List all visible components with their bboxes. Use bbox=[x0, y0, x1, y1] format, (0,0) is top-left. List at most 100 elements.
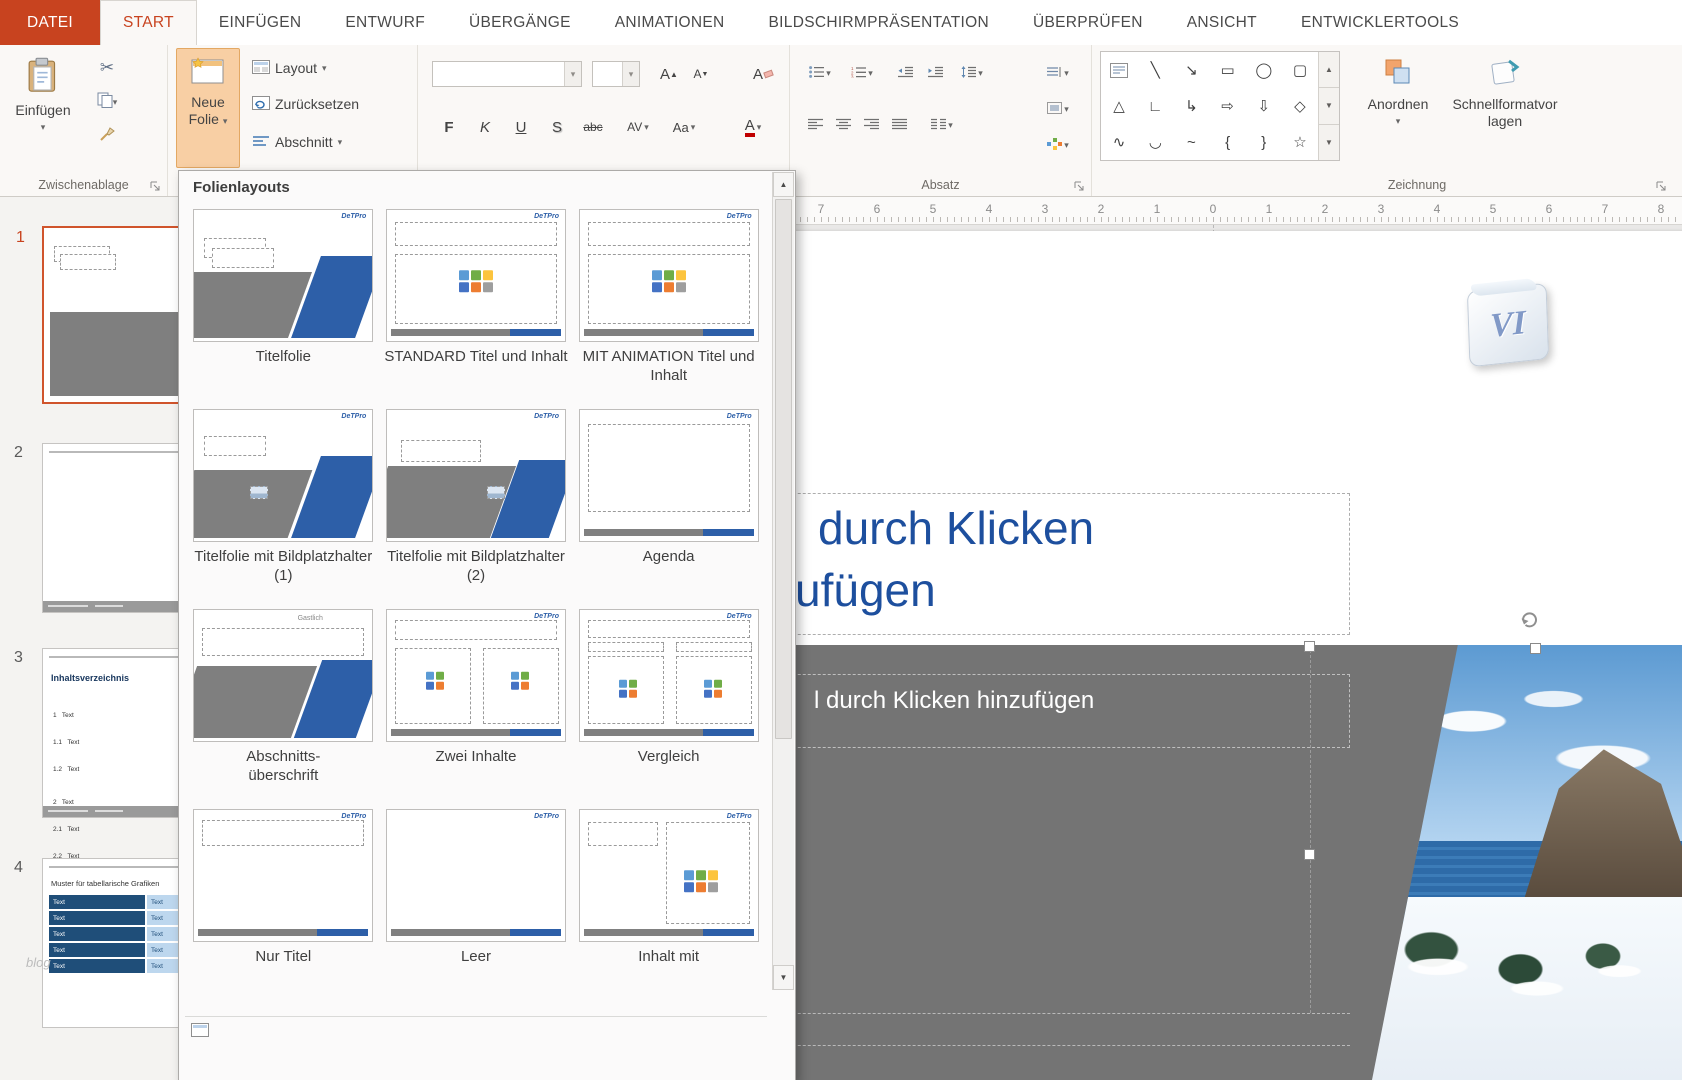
line-shape-icon[interactable]: ╲ bbox=[1137, 52, 1173, 88]
subtitle-placeholder-text[interactable]: l durch Klicken hinzufügen bbox=[814, 687, 1094, 715]
clear-formatting-button[interactable]: A bbox=[748, 60, 778, 88]
vi-logo-cube[interactable]: VI bbox=[1467, 283, 1549, 368]
decrease-indent-button[interactable] bbox=[890, 59, 920, 87]
textbox-shape-icon[interactable] bbox=[1101, 52, 1137, 88]
character-spacing-button[interactable]: AV▾ bbox=[618, 113, 658, 141]
tab-bildschirmpraesentation[interactable]: BILDSCHIRMPRÄSENTATION bbox=[747, 0, 1011, 45]
layout-thumbnail-zwei-inhalte[interactable]: DeTPro bbox=[386, 609, 566, 742]
block-arrow-right-icon[interactable]: ⇨ bbox=[1210, 88, 1246, 124]
layout-thumbnail-vergleich[interactable]: DeTPro bbox=[579, 609, 759, 742]
dialog-launcher-icon[interactable] bbox=[150, 179, 162, 191]
layout-thumbnail-titelfolie-bild-2[interactable]: DeTPro bbox=[386, 409, 566, 542]
arc-shape-icon[interactable]: ◡ bbox=[1137, 124, 1173, 160]
justify-button[interactable] bbox=[884, 111, 914, 139]
columns-button[interactable]: ▾ bbox=[924, 111, 960, 139]
template-logo: DeTPro bbox=[534, 813, 559, 820]
convert-smartart-button[interactable]: ▾ bbox=[1036, 131, 1080, 159]
dialog-launcher-icon[interactable] bbox=[1074, 179, 1086, 191]
shapes-scroll-up-button[interactable]: ▲ bbox=[1319, 52, 1339, 88]
right-brace-shape-icon[interactable]: } bbox=[1246, 124, 1282, 160]
selection-handle[interactable] bbox=[1304, 641, 1315, 652]
rounded-rectangle-shape-icon[interactable]: ▢ bbox=[1282, 52, 1318, 88]
grow-font-button[interactable]: A▲ bbox=[654, 60, 684, 88]
layout-thumbnail-titelfolie-bild-1[interactable]: DeTPro bbox=[193, 409, 373, 542]
line-spacing-button[interactable]: ▾ bbox=[954, 59, 990, 87]
picture-placeholder-icon bbox=[250, 486, 268, 499]
change-case-button[interactable]: Aa▾ bbox=[664, 113, 704, 141]
underline-button[interactable]: U bbox=[506, 113, 536, 141]
tab-animationen[interactable]: ANIMATIONEN bbox=[593, 0, 747, 45]
dialog-launcher-icon[interactable] bbox=[1656, 179, 1668, 191]
slide-title-line1[interactable]: durch Klicken bbox=[818, 501, 1094, 555]
layout-thumbnail-standard-titel-inhalt[interactable]: DeTPro bbox=[386, 209, 566, 342]
rotate-handle-icon[interactable] bbox=[1518, 609, 1540, 636]
selection-handle[interactable] bbox=[1530, 643, 1541, 654]
tab-einfuegen[interactable]: EINFÜGEN bbox=[197, 0, 324, 45]
chevron-down-icon[interactable]: ▾ bbox=[564, 62, 581, 86]
tab-uebergaenge[interactable]: ÜBERGÄNGE bbox=[447, 0, 593, 45]
chevron-down-icon[interactable]: ▾ bbox=[622, 62, 639, 86]
diamond-shape-icon[interactable]: ◇ bbox=[1282, 88, 1318, 124]
copy-button[interactable]: ▾ bbox=[92, 87, 122, 117]
left-brace-shape-icon[interactable]: { bbox=[1210, 124, 1246, 160]
layout-thumbnail-mit-animation-titel-inhalt[interactable]: DeTPro bbox=[579, 209, 759, 342]
scribble-shape-icon[interactable]: ∿ bbox=[1101, 124, 1137, 160]
template-tag: Gastlich bbox=[298, 615, 323, 622]
ellipse-shape-icon[interactable]: ◯ bbox=[1246, 52, 1282, 88]
layout-thumbnail-nur-titel[interactable]: DeTPro bbox=[193, 809, 373, 942]
layout-thumbnail-titelfolie[interactable]: DeTPro bbox=[193, 209, 373, 342]
cut-button[interactable]: ✂ bbox=[92, 53, 122, 83]
tab-entwicklertools[interactable]: ENTWICKLERTOOLS bbox=[1279, 0, 1481, 45]
scroll-up-button[interactable]: ▲ bbox=[773, 172, 794, 197]
paste-button[interactable]: Einfügen ▾ bbox=[4, 48, 82, 168]
elbow-arrow-icon[interactable]: ↳ bbox=[1173, 88, 1209, 124]
bold-button[interactable]: F bbox=[434, 113, 464, 141]
scrollbar-thumb[interactable] bbox=[775, 199, 792, 739]
elbow-connector-icon[interactable]: ∟ bbox=[1137, 88, 1173, 124]
tab-entwurf[interactable]: ENTWURF bbox=[323, 0, 447, 45]
text-direction-button[interactable]: ▾ bbox=[1036, 59, 1080, 87]
quick-styles-button[interactable]: Schnellformatvorlagen bbox=[1446, 48, 1564, 168]
shapes-scroll-down-button[interactable]: ▼ bbox=[1319, 88, 1339, 124]
bullets-button[interactable]: ▾ bbox=[802, 59, 838, 87]
numbering-button[interactable]: 123 ▾ bbox=[844, 59, 880, 87]
new-slide-button[interactable]: NeueFolie ▾ bbox=[176, 48, 240, 168]
font-name-combo[interactable]: ▾ bbox=[432, 61, 582, 87]
layout-thumbnail-abschnittsueberschrift[interactable]: Gastlich bbox=[193, 609, 373, 742]
layout-thumbnail-agenda[interactable]: DeTPro bbox=[579, 409, 759, 542]
shrink-font-button[interactable]: A▼ bbox=[686, 60, 716, 88]
tab-start[interactable]: START bbox=[100, 0, 197, 45]
align-right-button[interactable] bbox=[856, 111, 886, 139]
triangle-shape-icon[interactable]: △ bbox=[1101, 88, 1137, 124]
tab-ansicht[interactable]: ANSICHT bbox=[1165, 0, 1279, 45]
tab-datei[interactable]: DATEI bbox=[0, 0, 100, 45]
text-shadow-button[interactable]: S bbox=[542, 113, 572, 141]
slide-title-line2[interactable]: ufügen bbox=[795, 563, 936, 617]
italic-button[interactable]: K bbox=[470, 113, 500, 141]
reset-slide-button[interactable]: Zurücksetzen bbox=[248, 91, 363, 117]
strikethrough-button[interactable]: abc bbox=[576, 113, 610, 141]
section-button[interactable]: Abschnitt▾ bbox=[248, 129, 346, 155]
align-text-button[interactable]: ▾ bbox=[1036, 95, 1080, 123]
increase-indent-button[interactable] bbox=[920, 59, 950, 87]
layout-thumbnail-inhalt-mit[interactable]: DeTPro bbox=[579, 809, 759, 942]
tab-ueberpruefen[interactable]: ÜBERPRÜFEN bbox=[1011, 0, 1165, 45]
star-shape-icon[interactable]: ☆ bbox=[1282, 124, 1318, 160]
arrange-button[interactable]: Anordnen ▾ bbox=[1354, 48, 1442, 168]
layout-button[interactable]: Layout▾ bbox=[248, 55, 331, 81]
justify-icon bbox=[892, 117, 907, 134]
font-color-button[interactable]: A▾ bbox=[734, 113, 772, 141]
selection-handle[interactable] bbox=[1304, 849, 1315, 860]
arrow-shape-icon[interactable]: ↘ bbox=[1173, 52, 1209, 88]
font-size-combo[interactable]: ▾ bbox=[592, 61, 640, 87]
layout-thumbnail-leer[interactable]: DeTPro bbox=[386, 809, 566, 942]
shapes-gallery-more-button[interactable]: ▼ bbox=[1319, 125, 1339, 160]
block-arrow-down-icon[interactable]: ⇩ bbox=[1246, 88, 1282, 124]
rectangle-shape-icon[interactable]: ▭ bbox=[1210, 52, 1246, 88]
curve-shape-icon[interactable]: ~ bbox=[1173, 124, 1209, 160]
align-center-button[interactable] bbox=[828, 111, 858, 139]
scroll-down-button[interactable]: ▼ bbox=[773, 965, 794, 990]
dropdown-footer-item[interactable] bbox=[191, 1023, 209, 1037]
align-left-button[interactable] bbox=[800, 111, 830, 139]
format-painter-button[interactable] bbox=[92, 121, 122, 151]
